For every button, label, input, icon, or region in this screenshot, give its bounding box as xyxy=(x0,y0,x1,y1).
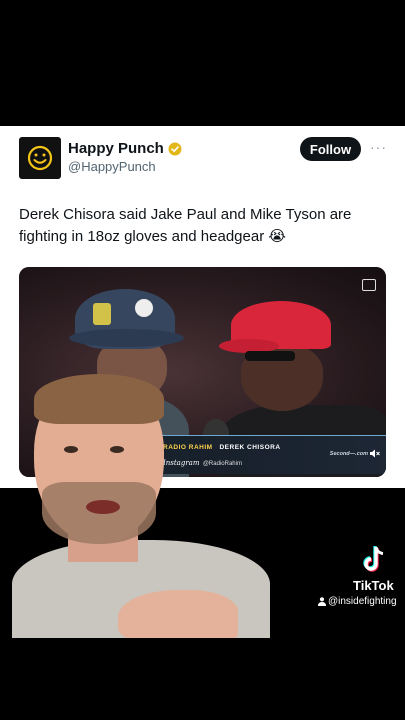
tiktok-creator-handle: @insidefighting xyxy=(318,596,397,607)
author-handle[interactable]: @HappyPunch xyxy=(68,159,156,174)
presenter-webcam-overlay xyxy=(12,372,272,638)
presenter-hand xyxy=(118,590,238,638)
more-options-icon[interactable]: ··· xyxy=(370,139,387,155)
tiktok-logo-icon xyxy=(363,546,384,572)
presenter-eye xyxy=(64,446,78,453)
picture-in-picture-icon[interactable] xyxy=(362,279,376,291)
presenter-mouth xyxy=(86,500,120,514)
presenter-hair xyxy=(34,374,164,424)
hat-patch xyxy=(135,299,153,317)
bucket-hat-brim xyxy=(69,329,184,347)
author-display-name[interactable]: Happy Punch xyxy=(68,140,164,157)
sunglasses xyxy=(245,351,295,361)
tweet-text: Derek Chisora said Jake Paul and Mike Ty… xyxy=(19,206,352,245)
creator-handle-text: @insidefighting xyxy=(328,596,397,607)
hat-patch xyxy=(93,303,111,325)
author-name-row[interactable]: Happy Punch xyxy=(68,140,182,157)
user-icon xyxy=(318,597,326,606)
tiktok-brand-name: TikTok xyxy=(353,578,394,593)
smiley-face-icon xyxy=(27,145,53,171)
mute-icon[interactable] xyxy=(370,449,380,460)
lower-third-site: Second—.com xyxy=(329,451,368,457)
verified-badge-icon xyxy=(168,142,182,155)
follow-button[interactable]: Follow xyxy=(300,137,361,161)
speaker-muted-icon xyxy=(370,449,380,458)
presenter-eye xyxy=(110,446,124,453)
profile-avatar[interactable] xyxy=(19,137,61,179)
